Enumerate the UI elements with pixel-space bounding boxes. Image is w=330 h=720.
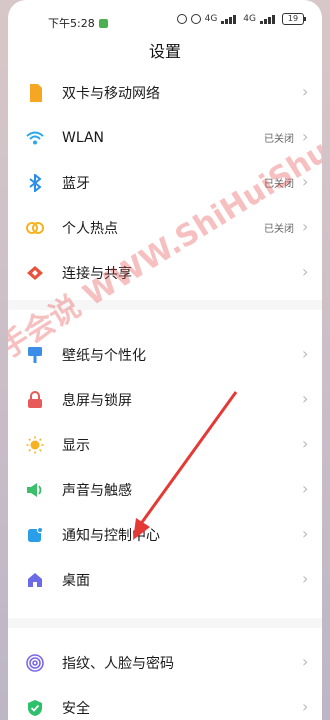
setting-label: 通知与控制中心 (62, 527, 160, 544)
section-divider (8, 618, 322, 628)
setting-label: 安全 (62, 700, 90, 717)
security-shield-icon (26, 699, 44, 717)
setting-label: 指纹、人脸与密码 (62, 655, 174, 672)
setting-label: 息屏与锁屏 (62, 392, 132, 409)
chevron-right-icon: › (302, 262, 309, 281)
lock-icon (26, 391, 44, 409)
status-time-text: 下午5:28 (48, 17, 95, 30)
setting-label: 显示 (62, 437, 90, 454)
setting-label: 壁纸与个性化 (62, 347, 146, 364)
mute-icon (176, 14, 187, 24)
setting-row-sim[interactable]: 双卡与移动网络 › (8, 70, 322, 115)
wallpaper-icon (26, 346, 44, 364)
setting-row-notification[interactable]: 通知与控制中心 › (8, 512, 322, 557)
settings-screen: 下午5:28 4G 4G 19 设置 双卡与移动网络 › WLAN 已关闭 › … (8, 0, 322, 720)
setting-value: 已关闭 (264, 134, 294, 145)
wifi-icon (26, 129, 44, 147)
setting-label: WLAN (62, 129, 105, 146)
chevron-right-icon: › (302, 569, 309, 588)
signal-1-icon (221, 14, 239, 24)
net2-label: 4G (243, 14, 256, 24)
net1-label: 4G (204, 14, 218, 24)
status-bar: 下午5:28 4G 4G 19 (8, 0, 322, 40)
setting-row-sound[interactable]: 声音与触感 › (8, 467, 322, 512)
display-sun-icon (26, 436, 44, 454)
setting-row-fingerprint[interactable]: 指纹、人脸与密码 › (8, 640, 322, 685)
setting-row-lockscreen[interactable]: 息屏与锁屏 › (8, 377, 322, 422)
group-network: 双卡与移动网络 › WLAN 已关闭 › 蓝牙 已关闭 › 个人热点 已关闭 › (8, 70, 322, 295)
setting-label: 个人热点 (62, 220, 118, 237)
setting-row-security[interactable]: 安全 › (8, 685, 322, 720)
setting-label: 桌面 (62, 572, 90, 589)
setting-row-connection[interactable]: 连接与共享 › (8, 250, 322, 295)
alarm-icon (190, 14, 201, 24)
chevron-right-icon: › (302, 127, 309, 146)
chevron-right-icon: › (302, 524, 309, 543)
setting-label: 双卡与移动网络 (62, 85, 160, 102)
setting-row-bluetooth[interactable]: 蓝牙 已关闭 › (8, 160, 322, 205)
hotspot-icon (26, 219, 44, 237)
chevron-right-icon: › (302, 172, 309, 191)
signal-2-icon (260, 14, 278, 24)
setting-label: 连接与共享 (62, 265, 132, 282)
notification-icon (26, 526, 44, 544)
setting-label: 蓝牙 (62, 175, 90, 192)
chevron-right-icon: › (302, 389, 309, 408)
battery-icon: 19 (282, 13, 306, 25)
setting-row-desktop[interactable]: 桌面 › (8, 557, 322, 602)
setting-value: 已关闭 (264, 224, 294, 235)
setting-row-hotspot[interactable]: 个人热点 已关闭 › (8, 205, 322, 250)
setting-row-wallpaper[interactable]: 壁纸与个性化 › (8, 332, 322, 377)
chevron-right-icon: › (302, 217, 309, 236)
chevron-right-icon: › (302, 697, 309, 716)
sim-card-icon (26, 84, 44, 102)
section-divider (8, 300, 322, 310)
home-icon (26, 571, 44, 589)
status-icons: 4G 4G 19 (176, 13, 306, 25)
group-personal: 壁纸与个性化 › 息屏与锁屏 › 显示 › 声音与触感 › 通知与控制中心 › … (8, 332, 322, 602)
page-title: 设置 (148, 42, 181, 61)
chevron-right-icon: › (302, 82, 309, 101)
group-security: 指纹、人脸与密码 › 安全 › (8, 640, 322, 720)
connection-share-icon (26, 264, 44, 282)
chevron-right-icon: › (302, 652, 309, 671)
chevron-right-icon: › (302, 479, 309, 498)
chevron-right-icon: › (302, 434, 309, 453)
setting-value: 已关闭 (264, 179, 294, 190)
bluetooth-icon (26, 174, 44, 192)
status-time: 下午5:28 (48, 15, 108, 31)
notification-dot-icon (98, 19, 108, 28)
setting-label: 声音与触感 (62, 482, 132, 499)
chevron-right-icon: › (302, 344, 309, 363)
setting-row-wlan[interactable]: WLAN 已关闭 › (8, 115, 322, 160)
sound-icon (26, 481, 44, 499)
setting-row-display[interactable]: 显示 › (8, 422, 322, 467)
fingerprint-icon (26, 654, 44, 672)
